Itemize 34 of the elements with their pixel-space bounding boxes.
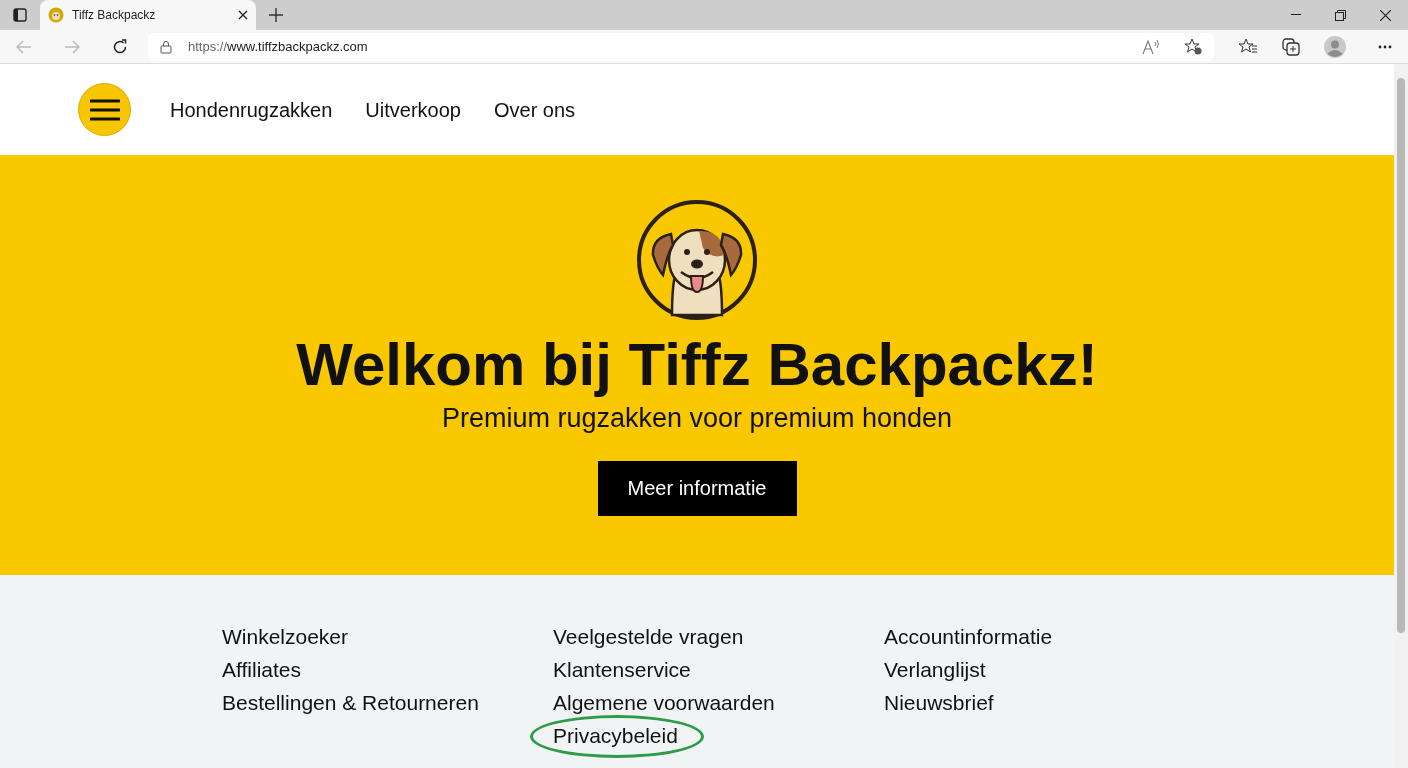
url-text: https://www.tiffzbackpackz.com [188, 37, 369, 56]
nav-link[interactable]: Over ons [493, 94, 576, 125]
footer-link[interactable]: Verlanglijst [884, 653, 986, 686]
address-bar[interactable]: https://www.tiffzbackpackz.com [148, 32, 1214, 61]
close-icon[interactable] [238, 10, 248, 20]
footer-link[interactable]: Klantenservice [553, 653, 691, 686]
hero-title: Welkom bij Tiffz Backpackz! [296, 332, 1098, 398]
footer-link[interactable]: Winkelzoeker [222, 620, 349, 653]
nav-link[interactable]: Uitverkoop [365, 94, 461, 125]
footer-link[interactable]: Affiliates [222, 653, 301, 686]
more-info-button[interactable]: Meer informatie [597, 460, 797, 516]
dog-logo-icon [637, 200, 757, 320]
browser-tab[interactable]: Tiffz Backpackz [40, 0, 256, 30]
read-aloud-icon[interactable] [1142, 38, 1160, 55]
footer-link[interactable]: Bestellingen & Retourneren [222, 686, 479, 719]
add-favorite-icon[interactable] [1184, 38, 1202, 55]
scrollbar[interactable] [1394, 64, 1408, 768]
hero-subtitle: Premium rugzakken voor premium honden [441, 402, 953, 435]
footer-link[interactable]: Privacybeleid [553, 719, 678, 752]
dog-favicon-icon [48, 7, 64, 23]
collections-icon[interactable] [1282, 37, 1300, 56]
footer-link[interactable]: Accountinformatie [884, 620, 1053, 653]
nav-link[interactable]: Hondenrugzakken [170, 94, 333, 125]
footer-link[interactable]: Nieuwsbrief [884, 686, 994, 719]
tab-title: Tiffz Backpackz [72, 7, 157, 24]
profile-avatar-icon[interactable] [1324, 35, 1346, 58]
menu-button[interactable] [78, 83, 131, 136]
favorites-icon[interactable] [1238, 38, 1258, 55]
menu-icon [89, 98, 120, 121]
footer-link[interactable]: Algemene voorwaarden [553, 686, 775, 719]
more-options-icon[interactable] [1378, 44, 1392, 49]
lock-icon [160, 39, 172, 54]
reload-icon[interactable] [112, 38, 128, 55]
footer-link[interactable]: Veelgestelde vragen [553, 620, 744, 653]
